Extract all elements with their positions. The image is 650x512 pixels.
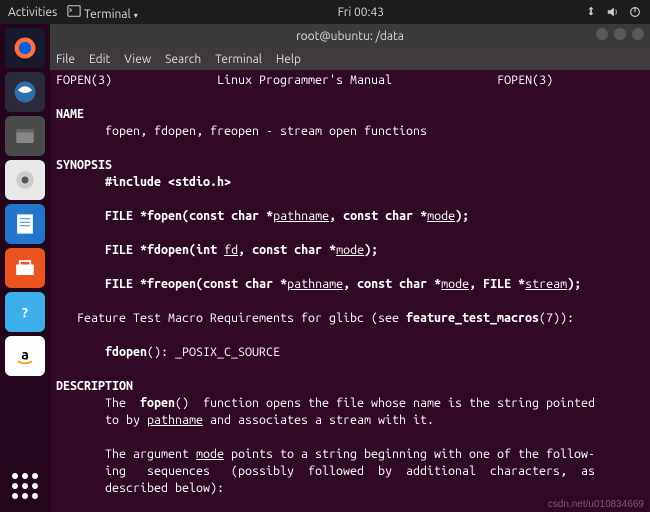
desc-text: The argument xyxy=(56,447,196,461)
arg-fd: fd xyxy=(224,243,238,257)
feature-test-post: (7)): xyxy=(539,311,574,325)
volume-icon[interactable] xyxy=(606,5,620,19)
power-icon[interactable] xyxy=(628,5,642,19)
desc-text: ing sequences (possibly followed by addi… xyxy=(56,464,595,478)
desc-text: described below): xyxy=(56,481,224,495)
window-titlebar[interactable]: root@ubuntu: /data xyxy=(50,24,650,48)
desc-text: The xyxy=(56,396,140,410)
gnome-topbar: Activities Terminal▾ Fri 00:43 xyxy=(0,0,650,24)
name-line: fopen, fdopen, freopen - stream open fun… xyxy=(105,124,427,138)
dock-help[interactable]: ? xyxy=(5,292,45,332)
menu-view[interactable]: View xyxy=(124,53,151,66)
feature-test-pre: Feature Test Macro Requirements for glib… xyxy=(56,311,406,325)
terminal-content[interactable]: FOPEN(3) Linux Programmer's Manual FOPEN… xyxy=(50,70,650,512)
arg-type: const char * xyxy=(343,209,427,223)
comma: , xyxy=(469,277,483,291)
svg-text:?: ? xyxy=(22,304,28,320)
section-synopsis: SYNOPSIS xyxy=(56,158,112,172)
activities-button[interactable]: Activities xyxy=(8,6,57,19)
paren: ( xyxy=(196,277,203,291)
arg-pathname: pathname xyxy=(287,277,343,291)
paren: ( xyxy=(189,243,196,257)
show-applications[interactable] xyxy=(5,466,45,506)
menu-file[interactable]: File xyxy=(56,53,75,66)
ret-type: FILE * xyxy=(105,277,147,291)
man-header-right: FOPEN(3) xyxy=(497,73,553,87)
arg-type: int xyxy=(196,243,224,257)
paren-close: ); xyxy=(567,277,581,291)
dock-software[interactable] xyxy=(5,248,45,288)
paren-close: ); xyxy=(364,243,378,257)
launcher-dock: ? a xyxy=(0,24,50,512)
dock-thunderbird[interactable] xyxy=(5,72,45,112)
arg-type: const char * xyxy=(203,277,287,291)
fn-freopen: freopen xyxy=(147,277,196,291)
menu-terminal[interactable]: Terminal xyxy=(215,53,262,66)
comma: , xyxy=(343,277,357,291)
fn-fdopen: fdopen xyxy=(147,243,189,257)
fdopen-req2: (): _POSIX_C_SOURCE xyxy=(147,345,280,359)
arg-type: const char * xyxy=(189,209,273,223)
section-name: NAME xyxy=(56,107,84,121)
terminal-window: root@ubuntu: /data File Edit View Search… xyxy=(50,24,650,512)
terminal-icon xyxy=(67,4,81,18)
desc-arg: mode xyxy=(196,447,224,461)
ret-type: FILE * xyxy=(105,209,147,223)
watermark: csdn.net/u010834669 xyxy=(548,499,644,510)
arg-type: const char * xyxy=(252,243,336,257)
menu-search[interactable]: Search xyxy=(165,53,201,66)
paren: ( xyxy=(182,209,189,223)
fn-fopen: fopen xyxy=(147,209,182,223)
comma: , xyxy=(238,243,252,257)
desc-text: () function opens the file whose name is… xyxy=(175,396,595,410)
minimize-button[interactable] xyxy=(596,28,608,40)
include-line: #include <stdio.h> xyxy=(105,175,231,189)
maximize-button[interactable] xyxy=(614,28,626,40)
feature-test-link: feature_test_macros xyxy=(406,311,539,325)
arg-mode: mode xyxy=(441,277,469,291)
arg-mode: mode xyxy=(336,243,364,257)
app-menu-label: Terminal xyxy=(84,8,131,21)
dock-rhythmbox[interactable] xyxy=(5,160,45,200)
terminal-menubar: File Edit View Search Terminal Help xyxy=(50,48,650,70)
comma: , xyxy=(329,209,343,223)
section-description: DESCRIPTION xyxy=(56,379,133,393)
fdopen-req: fdopen xyxy=(105,345,147,359)
close-button[interactable] xyxy=(632,28,644,40)
desc-fn: fopen xyxy=(140,396,175,410)
menu-edit[interactable]: Edit xyxy=(89,53,110,66)
desc-text: and associates a stream with it. xyxy=(203,413,434,427)
network-icon[interactable] xyxy=(584,5,598,19)
menu-help[interactable]: Help xyxy=(276,53,301,66)
clock[interactable]: Fri 00:43 xyxy=(138,6,584,19)
arg-stream: stream xyxy=(525,277,567,291)
window-title: root@ubuntu: /data xyxy=(296,30,404,43)
arg-mode: mode xyxy=(427,209,455,223)
ret-type: FILE * xyxy=(105,243,147,257)
dock-firefox[interactable] xyxy=(5,28,45,68)
desc-arg: pathname xyxy=(147,413,203,427)
desc-text: points to a string beginning with one of… xyxy=(224,447,595,461)
man-header-left: FOPEN(3) xyxy=(56,73,112,87)
arg-type: const char * xyxy=(357,277,441,291)
svg-text:a: a xyxy=(21,347,29,363)
desc-text: to by xyxy=(56,413,147,427)
dock-writer[interactable] xyxy=(5,204,45,244)
dock-files[interactable] xyxy=(5,116,45,156)
arg-type: FILE * xyxy=(483,277,525,291)
paren-close: ); xyxy=(455,209,469,223)
arg-pathname: pathname xyxy=(273,209,329,223)
dock-amazon[interactable]: a xyxy=(5,336,45,376)
man-header-center: Linux Programmer's Manual xyxy=(217,73,392,87)
app-menu[interactable]: Terminal▾ xyxy=(67,4,137,21)
